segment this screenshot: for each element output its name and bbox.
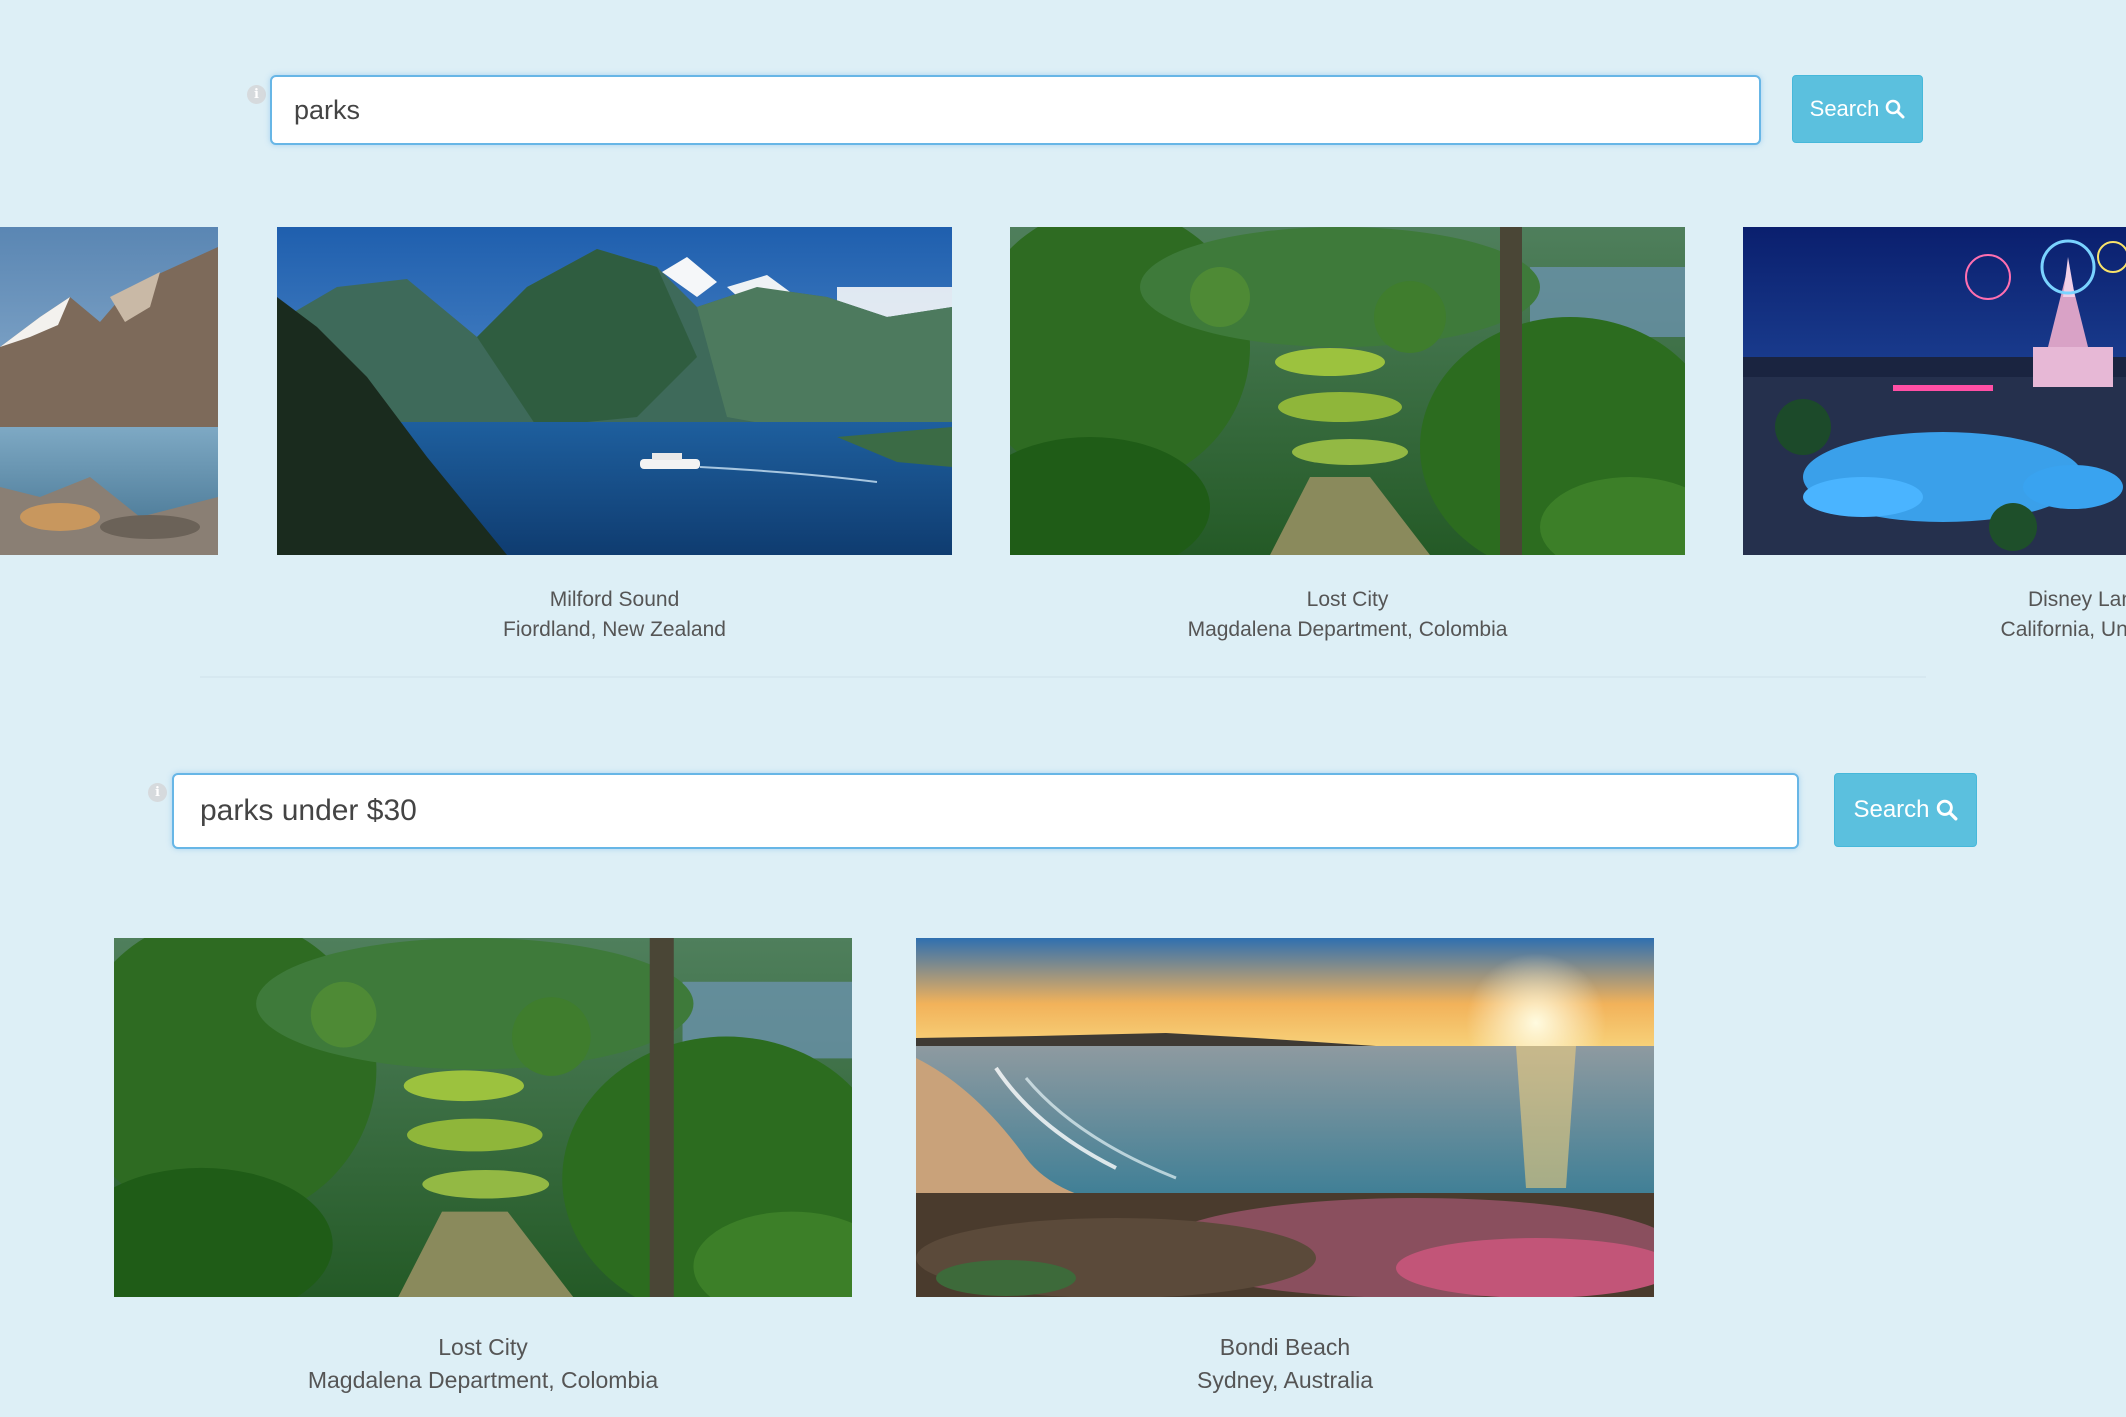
search-button-label: Search: [1809, 96, 1880, 121]
result-image[interactable]: [1743, 227, 2126, 555]
result-title: Milford Sound: [549, 588, 680, 611]
result-subtitle: Magdalena Department, Colombia: [1187, 618, 1508, 641]
result-image[interactable]: [0, 227, 218, 555]
page: i Search: [0, 0, 2126, 1417]
result-subtitle: Fiordland, New Zealand: [503, 618, 726, 641]
result-title: Disney Lan: [2027, 588, 2126, 611]
search-input[interactable]: [172, 773, 1799, 849]
result-image[interactable]: [277, 227, 952, 555]
result-image[interactable]: [1010, 227, 1685, 555]
result-image[interactable]: [916, 938, 1654, 1297]
search-button[interactable]: Search: [1834, 773, 1977, 847]
result-caption: Bondi Beach Sydney, Australia: [916, 1331, 1654, 1397]
result-caption: Lost City Magdalena Department, Colombia: [1010, 585, 1685, 645]
result-subtitle: Magdalena Department, Colombia: [307, 1367, 659, 1393]
search-button[interactable]: Search: [1792, 75, 1923, 143]
magnifier-icon: [1886, 99, 1905, 119]
result-title: Bondi Beach: [1219, 1334, 1351, 1360]
search-button-label: Search: [1853, 796, 1930, 823]
info-icon[interactable]: i: [148, 783, 167, 802]
result-subtitle: Sydney, Australia: [1196, 1367, 1373, 1393]
result-image[interactable]: [114, 938, 852, 1297]
result-caption: Disney Lan California, Unitec: [1743, 585, 2126, 645]
info-icon[interactable]: i: [247, 85, 266, 104]
result-title: Lost City: [438, 1334, 528, 1360]
magnifier-icon: [1936, 799, 1957, 821]
result-caption: Lost City Magdalena Department, Colombia: [114, 1331, 852, 1397]
result-title: Lost City: [1306, 588, 1389, 611]
result-subtitle: California, Unitec: [2000, 618, 2126, 641]
search-input[interactable]: [270, 75, 1761, 145]
section-divider: [200, 676, 1926, 678]
result-caption: Milford Sound Fiordland, New Zealand: [277, 585, 952, 645]
